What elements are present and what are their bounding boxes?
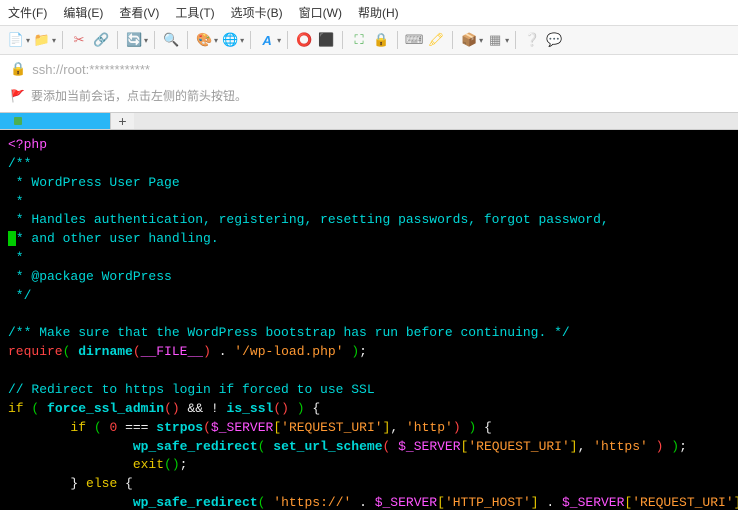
chat-icon[interactable]: 💬 (544, 30, 564, 50)
dropdown-icon[interactable]: ▾ (479, 36, 483, 45)
tip-text: 要添加当前会话，点击左侧的箭头按钮。 (31, 87, 247, 104)
color-icon[interactable]: 🎨 (194, 30, 214, 50)
status-dot-icon (14, 117, 22, 125)
font-icon[interactable]: A (257, 30, 277, 50)
box-icon[interactable]: 📦 (459, 30, 479, 50)
link-icon[interactable]: 🔗 (91, 30, 111, 50)
add-tab-button[interactable]: + (110, 113, 134, 129)
dropdown-icon[interactable]: ▾ (214, 36, 218, 45)
dropdown-icon[interactable]: ▾ (240, 36, 244, 45)
menu-tools[interactable]: 工具(T) (175, 4, 214, 21)
tab-bar: + (0, 112, 738, 130)
address-bar: 🔒 ssh://root:************ (0, 55, 738, 83)
globe-icon[interactable]: 🌐 (220, 30, 240, 50)
menu-file[interactable]: 文件(F) (8, 4, 47, 21)
menu-edit[interactable]: 编辑(E) (63, 4, 103, 21)
dropdown-icon[interactable]: ▾ (277, 36, 281, 45)
menu-help[interactable]: 帮助(H) (358, 4, 399, 21)
dropdown-icon[interactable]: ▾ (26, 36, 30, 45)
disconnect-icon[interactable]: ✂ (69, 30, 89, 50)
keyboard-icon[interactable]: ⌨ (404, 30, 424, 50)
menu-tabs[interactable]: 选项卡(B) (231, 4, 283, 21)
menu-view[interactable]: 查看(V) (119, 4, 159, 21)
stop-icon[interactable]: ⬛ (316, 30, 336, 50)
tip-bar: 🚩 要添加当前会话，点击左侧的箭头按钮。 (0, 83, 738, 112)
session-tab[interactable] (0, 113, 110, 129)
record-icon[interactable]: ⭕ (294, 30, 314, 50)
flag-icon: 🚩 (10, 89, 25, 103)
ssh-path[interactable]: ssh://root:************ (32, 62, 150, 77)
search-icon[interactable]: 🔍 (161, 30, 181, 50)
lock-icon[interactable]: 🔒 (371, 30, 391, 50)
lock-icon: 🔒 (10, 61, 26, 77)
toolbar: 📄▾ 📁▾ ✂ 🔗 🔄▾ 🔍 🎨▾ 🌐▾ A▾ ⭕ ⬛ ⛶ 🔒 ⌨ 🖍 📦▾ ▦… (0, 26, 738, 55)
dropdown-icon[interactable]: ▾ (52, 36, 56, 45)
menu-window[interactable]: 窗口(W) (299, 4, 342, 21)
refresh-icon[interactable]: 🔄 (124, 30, 144, 50)
help-icon[interactable]: ❔ (522, 30, 542, 50)
terminal[interactable]: <?php /** * WordPress User Page * * Hand… (0, 130, 738, 510)
highlight-icon[interactable]: 🖍 (426, 30, 446, 50)
new-file-icon[interactable]: 📄 (6, 30, 26, 50)
dropdown-icon[interactable]: ▾ (505, 36, 509, 45)
new-folder-icon[interactable]: 📁 (32, 30, 52, 50)
fullscreen-icon[interactable]: ⛶ (349, 30, 369, 50)
grid-icon[interactable]: ▦ (485, 30, 505, 50)
menu-bar: 文件(F) 编辑(E) 查看(V) 工具(T) 选项卡(B) 窗口(W) 帮助(… (0, 0, 738, 26)
dropdown-icon[interactable]: ▾ (144, 36, 148, 45)
